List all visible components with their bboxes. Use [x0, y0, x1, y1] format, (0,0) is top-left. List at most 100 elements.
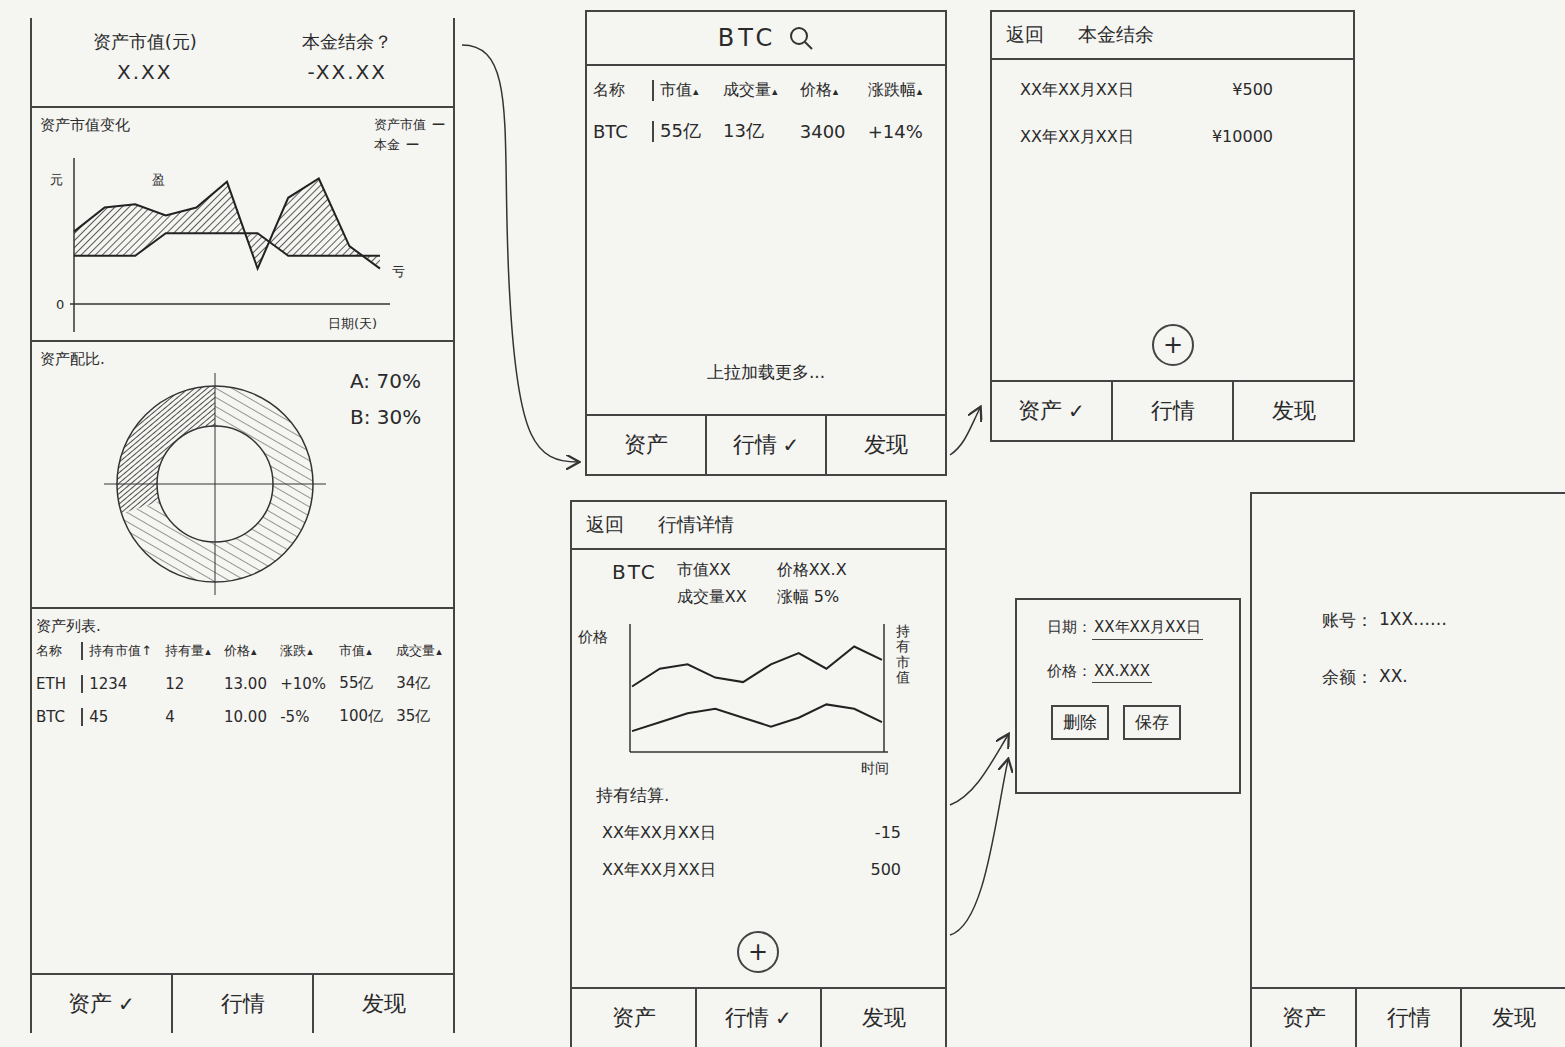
- holdings-title: 持有结算.: [596, 784, 921, 807]
- table-cell[interactable]: 1234: [89, 675, 159, 693]
- table-cell[interactable]: 34亿: [396, 674, 449, 693]
- sort-icon: ▴: [693, 85, 699, 98]
- table-cell[interactable]: 10.00: [224, 708, 274, 726]
- back-button[interactable]: 返回: [1006, 22, 1044, 48]
- table-cell[interactable]: 35亿: [396, 707, 449, 726]
- table-cell[interactable]: 12: [165, 675, 218, 693]
- chart-legend: 资产市值—本金—: [374, 116, 445, 154]
- tab[interactable]: 行情✓: [695, 989, 820, 1047]
- assets-screen: 资产市值(元)X.XX本金结余？-XX.XX资产市值变化资产市值—本金—元0日期…: [30, 18, 455, 1033]
- column-header[interactable]: 涨跌▴: [280, 642, 333, 660]
- table-cell[interactable]: 4: [165, 708, 218, 726]
- table-cell[interactable]: 55亿: [339, 674, 390, 693]
- column-header[interactable]: 价格▴: [800, 80, 862, 101]
- tab[interactable]: 发现: [825, 416, 945, 474]
- line-chart: 元0日期(天)盈亏: [40, 154, 440, 336]
- principal-row[interactable]: XX年XX月XX日¥10000: [1020, 127, 1333, 148]
- dialog-button[interactable]: 删除: [1051, 705, 1109, 740]
- tab[interactable]: 资产✓: [992, 382, 1111, 440]
- column-header[interactable]: 持有市值↑: [89, 642, 159, 660]
- legend-label: 资产市值: [374, 116, 426, 134]
- header: 返回本金结余: [992, 12, 1353, 60]
- flow-arrows: [0, 0, 1565, 1047]
- tab-bar: 资产✓行情发现: [992, 380, 1353, 440]
- add-area: +: [992, 148, 1353, 380]
- tab[interactable]: 资产: [587, 416, 705, 474]
- summary-value: X.XX: [117, 60, 172, 84]
- flow-arrow: [950, 408, 980, 455]
- tab[interactable]: 行情✓: [705, 416, 825, 474]
- stat: 涨幅 5%: [777, 587, 847, 608]
- tab[interactable]: 发现: [820, 989, 945, 1047]
- sort-icon: ▴: [772, 85, 778, 98]
- edit-dialog: 日期：XX年XX月XX日价格：XX.XXX 删除保存: [1015, 598, 1241, 794]
- column-header[interactable]: 市值▴: [660, 80, 717, 101]
- tab[interactable]: 行情: [171, 975, 312, 1033]
- table-cell[interactable]: 13亿: [723, 119, 794, 143]
- holding-row[interactable]: XX年XX月XX日500: [596, 852, 921, 889]
- column-header[interactable]: 价格▴: [224, 642, 274, 660]
- table-cell[interactable]: 45: [89, 708, 159, 726]
- principal-list: XX年XX月XX日¥500XX年XX月XX日¥10000: [992, 60, 1353, 148]
- principal-amount: ¥500: [1232, 80, 1273, 101]
- tab[interactable]: 发现: [312, 975, 453, 1033]
- gap-area: [74, 179, 380, 269]
- tab[interactable]: 发现: [1460, 989, 1565, 1047]
- sort-icon: ▴: [917, 85, 923, 98]
- sort-icon: ▴: [251, 645, 257, 658]
- holding-date: XX年XX月XX日: [602, 823, 716, 844]
- table-cell[interactable]: 55亿: [660, 119, 717, 143]
- back-button[interactable]: 返回: [586, 512, 624, 538]
- table-cell[interactable]: 3400: [800, 121, 862, 142]
- dialog-button[interactable]: 保存: [1123, 705, 1181, 740]
- tab[interactable]: 资产: [1252, 989, 1355, 1047]
- column-header[interactable]: 市值▴: [339, 642, 390, 660]
- column-header[interactable]: 持有量▴: [165, 642, 218, 660]
- market-screen: BTC名称市值▴成交量▴价格▴涨跌幅▴BTC55亿13亿3400+14%上拉加载…: [585, 10, 947, 476]
- allocation-legend: A: 70%B: 30%: [350, 369, 421, 429]
- add-button[interactable]: +: [1152, 324, 1194, 366]
- column-header[interactable]: 涨跌幅▴: [868, 80, 939, 101]
- table-cell[interactable]: -5%: [280, 708, 333, 726]
- table-cell[interactable]: 13.00: [224, 675, 274, 693]
- search-icon[interactable]: [788, 25, 814, 51]
- tab[interactable]: 发现: [1232, 382, 1353, 440]
- summary-item: 资产市值(元)X.XX: [93, 30, 197, 94]
- column-header[interactable]: 成交量▴: [396, 642, 449, 660]
- column-header[interactable]: 名称: [593, 80, 654, 101]
- detail-chart: 价格持有市值: [572, 612, 945, 760]
- series-line: [74, 179, 380, 269]
- add-button[interactable]: +: [737, 931, 779, 973]
- column-header[interactable]: 成交量▴: [723, 80, 794, 101]
- principal-date: XX年XX月XX日: [1020, 127, 1134, 148]
- series-line: [74, 233, 380, 256]
- field-input[interactable]: XX.XXX: [1092, 662, 1152, 683]
- asset-list: 资产列表.名称持有市值↑持有量▴价格▴涨跌▴市值▴成交量▴ETH12341213…: [32, 609, 453, 973]
- table-cell[interactable]: +10%: [280, 675, 333, 693]
- holding-row[interactable]: XX年XX月XX日-15: [596, 815, 921, 852]
- tab[interactable]: 资产: [572, 989, 695, 1047]
- header-title: 行情详情: [658, 512, 734, 538]
- search-text[interactable]: BTC: [718, 24, 776, 52]
- search-bar[interactable]: BTC: [587, 12, 945, 66]
- x-label: 时间: [572, 760, 945, 778]
- check-mark: ✓: [775, 1006, 792, 1030]
- tab[interactable]: 行情: [1111, 382, 1232, 440]
- table-cell[interactable]: 100亿: [339, 707, 390, 726]
- chart-header: 资产市值变化资产市值—本金—: [40, 116, 445, 154]
- table-cell[interactable]: BTC: [36, 708, 83, 726]
- sort-icon: ▴: [366, 645, 372, 658]
- tab[interactable]: 资产✓: [32, 975, 171, 1033]
- table-cell[interactable]: +14%: [868, 121, 939, 142]
- table-cell[interactable]: BTC: [593, 121, 654, 142]
- column-header[interactable]: 名称: [36, 642, 83, 660]
- tab[interactable]: 行情: [1355, 989, 1460, 1047]
- table-cell[interactable]: ETH: [36, 675, 83, 693]
- field-input[interactable]: XX年XX月XX日: [1092, 618, 1203, 640]
- holding-amount: 500: [870, 860, 901, 881]
- allocation-title: 资产配比.: [40, 350, 445, 369]
- field-label: 价格：: [1047, 662, 1092, 681]
- stat: 市值XX: [677, 560, 747, 581]
- principal-row[interactable]: XX年XX月XX日¥500: [1020, 80, 1333, 101]
- dialog-field: 日期：XX年XX月XX日: [1047, 618, 1229, 640]
